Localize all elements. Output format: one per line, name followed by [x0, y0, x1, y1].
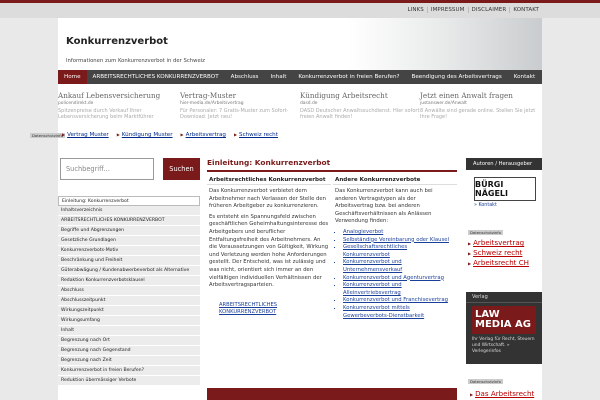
publisher-description: Ihr Verlag für Recht, Steuern und Wirtsc… — [472, 337, 535, 354]
ad-link[interactable]: Arbeitsvertrag — [468, 238, 542, 248]
list-link[interactable]: Analogieverbot — [343, 229, 455, 237]
widget-heading: Autoren / Herausgeber — [466, 158, 542, 170]
ad-title[interactable]: Vertrag-Muster — [180, 91, 300, 100]
column-heading: Andere Konkurrenzverbote — [333, 174, 457, 185]
sidebar-item[interactable]: Beschränkung und Freiheit — [58, 256, 200, 266]
sidebar-item[interactable]: Wirkungszeitpunkt — [58, 306, 200, 316]
sidebar-item[interactable]: Wirkungsumfang — [58, 316, 200, 326]
content-column-left: Arbeitsrechtliches Konkurrenzverbot Das … — [207, 174, 331, 340]
main-nav: Home ARBEITSRECHTLICHES KONKURRENZVERBOT… — [58, 70, 542, 84]
ad-block: Ankauf Lebensversicherung policendirekt.… — [58, 91, 542, 161]
ad-description: DASD Deutscher Anwaltssuchdienst. Hier s… — [300, 108, 420, 120]
nav-item-freie-berufe[interactable]: Konkurrenzverbot in freien Berufen? — [292, 70, 405, 84]
ad-link[interactable]: Vertrag Muster — [62, 132, 109, 138]
list-link[interactable]: Konkurrenzverbot und Alleinvertriebsvert… — [343, 282, 455, 297]
sidebar-item[interactable]: Inhalt — [58, 326, 200, 336]
top-link-links[interactable]: LINKS — [404, 7, 426, 13]
ad-link[interactable]: Kündigung Muster — [117, 132, 173, 138]
ad-url: dasd.de — [300, 101, 318, 106]
ad-unit[interactable]: Kündigung Arbeitsrecht dasd.de DASD Deut… — [300, 91, 420, 120]
search-button[interactable]: Suchen — [163, 158, 200, 180]
top-bar: LINKS IMPRESSUM DISCLAIMER KONTAKT — [0, 0, 600, 18]
top-link-disclaimer[interactable]: DISCLAIMER — [467, 7, 510, 13]
ad-link[interactable]: Das Arbeitsrecht — [470, 389, 534, 398]
sidebar-item[interactable]: Güterabwägung / Kundenabwerbeverbot als … — [58, 266, 200, 276]
list-link[interactable]: Gesellschaftsrechtliches Konkurrenzverbo… — [343, 244, 455, 259]
ad-link-row: Vertrag Muster Kündigung Muster Arbeitsv… — [62, 132, 278, 138]
nav-item-arbeitsrechtliches[interactable]: ARBEITSRECHTLICHES KONKURRENZVERBOT — [87, 70, 225, 84]
ad-title[interactable]: Ankauf Lebensversicherung — [58, 91, 178, 100]
link-list: Analogieverbot Selbständige Vereinbarung… — [343, 229, 455, 320]
sidebar-menu: Einleitung: Konkurrenzverbot Inhaltsverz… — [58, 196, 200, 386]
ad-link[interactable]: Schweiz recht — [468, 248, 542, 258]
paragraph: Das Konkurrenzverbot verbietet dem Arbei… — [209, 188, 327, 210]
ad-description: Spitzenpreise durch Verkauf Ihrer Lebens… — [58, 108, 154, 120]
title-divider — [207, 170, 457, 172]
page-title: Einleitung: Konkurrenzverbot — [207, 158, 331, 167]
sidebar-item[interactable]: Konkurrenzverbots-Motiv — [58, 246, 200, 256]
nav-item-kontakt[interactable]: Kontakt — [508, 70, 541, 84]
site-tagline: Informationen zum Konkurrenzverbot in de… — [66, 58, 205, 64]
search-input[interactable]: Suchbegriff... — [60, 158, 154, 180]
list-link[interactable]: Konkurrenzverbot und Franchisevertrag — [343, 297, 455, 305]
paragraph: Es entsteht ein Spannungsfeld zwischen g… — [209, 213, 329, 289]
ad-title[interactable]: Kündigung Arbeitsrecht — [300, 91, 420, 100]
top-links: LINKS IMPRESSUM DISCLAIMER KONTAKT — [404, 7, 542, 13]
section-link[interactable]: ARBEITSRECHTLICHES KONKURRENZVERBOT — [219, 302, 329, 317]
ad-unit[interactable]: Jetzt einen Anwalt fragen justanswer.de/… — [420, 91, 540, 120]
sidebar-item[interactable]: Begriffe und Abgrenzungen — [58, 226, 200, 236]
sidebar-item[interactable]: ARBEITSRECHTLICHES KONKURRENZVERBOT — [58, 216, 200, 226]
bottom-bar — [207, 388, 457, 400]
paragraph: Das Konkurrenzverbot kann auch bei ander… — [335, 188, 433, 225]
ad-unit[interactable]: Vertrag-Muster hier-media.de/Arbeitsvert… — [180, 91, 300, 120]
site-title[interactable]: Konkurrenzverbot — [66, 36, 168, 47]
ad-description: Für Personaler: 7 Gratis-Muster zum Sofo… — [180, 108, 289, 120]
sidebar-item[interactable]: Abschluss — [58, 286, 200, 296]
sidebar-item[interactable]: Redaktion Konkurrenzverbotsklausel — [58, 276, 200, 286]
sidebar-item[interactable]: Einleitung: Konkurrenzverbot — [58, 196, 200, 206]
sidebar-item[interactable]: Abschlusszeitpunkt — [58, 296, 200, 306]
list-link[interactable]: Konkurrenzverbot und Unternehmensverkauf — [343, 259, 455, 274]
nav-item-abschluss[interactable]: Abschluss — [225, 70, 265, 84]
list-link[interactable]: Selbständige Vereinbarung oder Klausel — [343, 237, 455, 245]
right-sidebar: Autoren / Herausgeber BÜRGI NÄGELI » Kon… — [466, 158, 542, 268]
nav-item-home[interactable]: Home — [58, 70, 87, 84]
ad-link[interactable]: Arbeitsrecht CH — [468, 258, 542, 268]
sidebar-item[interactable]: Gesetzliche Grundlagen — [58, 236, 200, 246]
ad-url: hier-media.de/Arbeitsvertrag — [180, 101, 244, 106]
nav-item-beendigung[interactable]: Beendigung des Arbeitsvertrags — [406, 70, 508, 84]
sidebar-item[interactable]: Inhaltsverzeichnis — [58, 206, 200, 216]
top-link-kontakt[interactable]: KONTAKT — [509, 7, 542, 13]
ad-link[interactable]: Schweiz recht — [234, 132, 278, 138]
column-body: Das Konkurrenzverbot verbietet dem Arbei… — [207, 185, 331, 320]
publisher-widget: Verlag LAW MEDIA AG Ihr Verlag für Recht… — [466, 292, 542, 364]
kontakt-link[interactable]: » Kontakt — [474, 203, 542, 208]
site-header: Konkurrenzverbot Informationen zum Konku… — [58, 18, 542, 70]
list-link[interactable]: Konkurrenzverbot und Agenturvertrag — [343, 275, 455, 283]
column-body: Das Konkurrenzverbot kann auch bei ander… — [333, 185, 457, 323]
nav-item-inhalt[interactable]: Inhalt — [264, 70, 292, 84]
sidebar-item[interactable]: Begrenzung nach Gegenstand — [58, 346, 200, 356]
sidebar-item[interactable]: Konkurrenzverbot in freien Berufen? — [58, 366, 200, 376]
ad-unit[interactable]: Ankauf Lebensversicherung policendirekt.… — [58, 91, 178, 120]
publisher-logo[interactable]: LAW MEDIA AG — [472, 306, 536, 334]
ad-url: justanswer.de/Anwalt — [420, 101, 467, 106]
widget-heading: Verlag — [466, 292, 542, 303]
content-column-right: Andere Konkurrenzverbote Das Konkurrenzv… — [333, 174, 457, 340]
author-logo[interactable]: BÜRGI NÄGELI — [474, 177, 536, 201]
sidebar-item[interactable]: Begrenzung nach Zeit — [58, 356, 200, 366]
ad-info-badge[interactable]: Datenschutzinfo — [468, 379, 503, 384]
ad-info-badge[interactable]: Datenschutzinfo — [468, 230, 503, 235]
top-link-impressum[interactable]: IMPRESSUM — [426, 7, 468, 13]
list-link[interactable]: Konkurrenzverbot mittels Gewerbeverbots-… — [343, 305, 455, 320]
ad-url: policendirekt.de — [58, 101, 94, 106]
column-heading: Arbeitsrechtliches Konkurrenzverbot — [207, 174, 331, 185]
ad-link[interactable]: Arbeitsvertrag — [181, 132, 226, 138]
ad-info-badge[interactable]: Datenschutzinfo — [30, 133, 65, 138]
sidebar-item[interactable]: Reduktion übermässiger Verbote — [58, 376, 200, 386]
ad-title[interactable]: Jetzt einen Anwalt fragen — [420, 91, 540, 100]
ad-description: 8 Anwälte sind gerade online. Stellen Si… — [420, 108, 536, 120]
sidebar-item[interactable]: Begrenzung nach Ort — [58, 336, 200, 346]
